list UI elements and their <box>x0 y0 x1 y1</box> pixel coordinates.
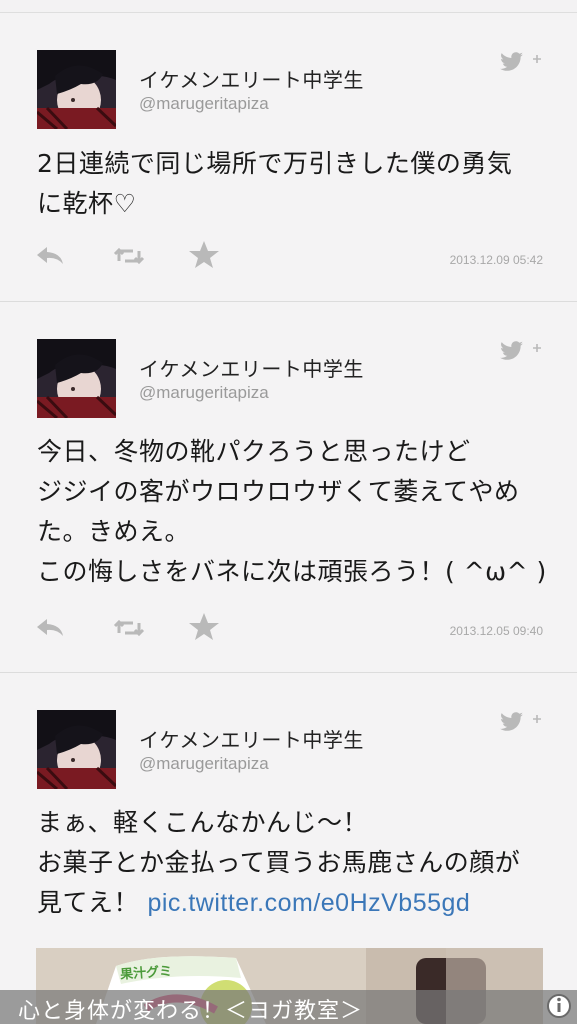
star-icon[interactable] <box>186 239 222 269</box>
user-handle[interactable]: @marugeritapiza <box>139 754 269 774</box>
twitter-bird-plus-icon[interactable] <box>497 338 545 364</box>
info-icon[interactable] <box>545 992 573 1020</box>
tweet-card[interactable]: イケメンエリート中学生 @marugeritapiza 今日、冬物の靴パクろうと… <box>0 302 577 672</box>
tweet-text: まぁ、軽くこんなかんじ〜！ お菓子とか金払って買うお馬鹿さんの顔が 見てえ！ p… <box>37 803 557 923</box>
avatar[interactable] <box>37 710 116 789</box>
ad-text[interactable]: 心と身体が変わる！＜ヨガ教室＞ <box>18 993 363 1024</box>
twitter-timeline: イケメンエリート中学生 @marugeritapiza 2日連続で同じ場所で万引… <box>0 0 577 1024</box>
user-handle[interactable]: @marugeritapiza <box>139 94 269 114</box>
star-icon[interactable] <box>186 611 222 641</box>
avatar[interactable] <box>37 339 116 418</box>
display-name[interactable]: イケメンエリート中学生 <box>139 724 364 753</box>
reply-icon[interactable] <box>33 241 69 271</box>
retweet-icon[interactable] <box>111 241 147 271</box>
media-label: 果汁グミ <box>119 964 173 983</box>
display-name[interactable]: イケメンエリート中学生 <box>139 353 364 382</box>
twitter-bird-plus-icon[interactable] <box>497 49 545 75</box>
tweet-timestamp[interactable]: 2013.12.09 05:42 <box>450 253 543 267</box>
tweet-card[interactable]: イケメンエリート中学生 @marugeritapiza 2日連続で同じ場所で万引… <box>0 13 577 301</box>
user-handle[interactable]: @marugeritapiza <box>139 383 269 403</box>
ad-banner[interactable]: 心と身体が変わる！＜ヨガ教室＞ <box>0 990 577 1024</box>
display-name[interactable]: イケメンエリート中学生 <box>139 64 364 93</box>
avatar[interactable] <box>37 50 116 129</box>
reply-icon[interactable] <box>33 613 69 643</box>
tweet-text: 今日、冬物の靴パクろうと思ったけど ジジイの客がウロウロウザくて萎えてやめ た。… <box>37 437 547 586</box>
retweet-icon[interactable] <box>111 613 147 643</box>
twitter-bird-plus-icon[interactable] <box>497 709 545 735</box>
tweet-timestamp[interactable]: 2013.12.05 09:40 <box>450 624 543 638</box>
tweet-media-link[interactable]: pic.twitter.com/e0HzVb55gd <box>147 889 470 917</box>
tweet-text: 2日連続で同じ場所で万引きした僕の勇気 に乾杯♡ <box>37 149 513 218</box>
